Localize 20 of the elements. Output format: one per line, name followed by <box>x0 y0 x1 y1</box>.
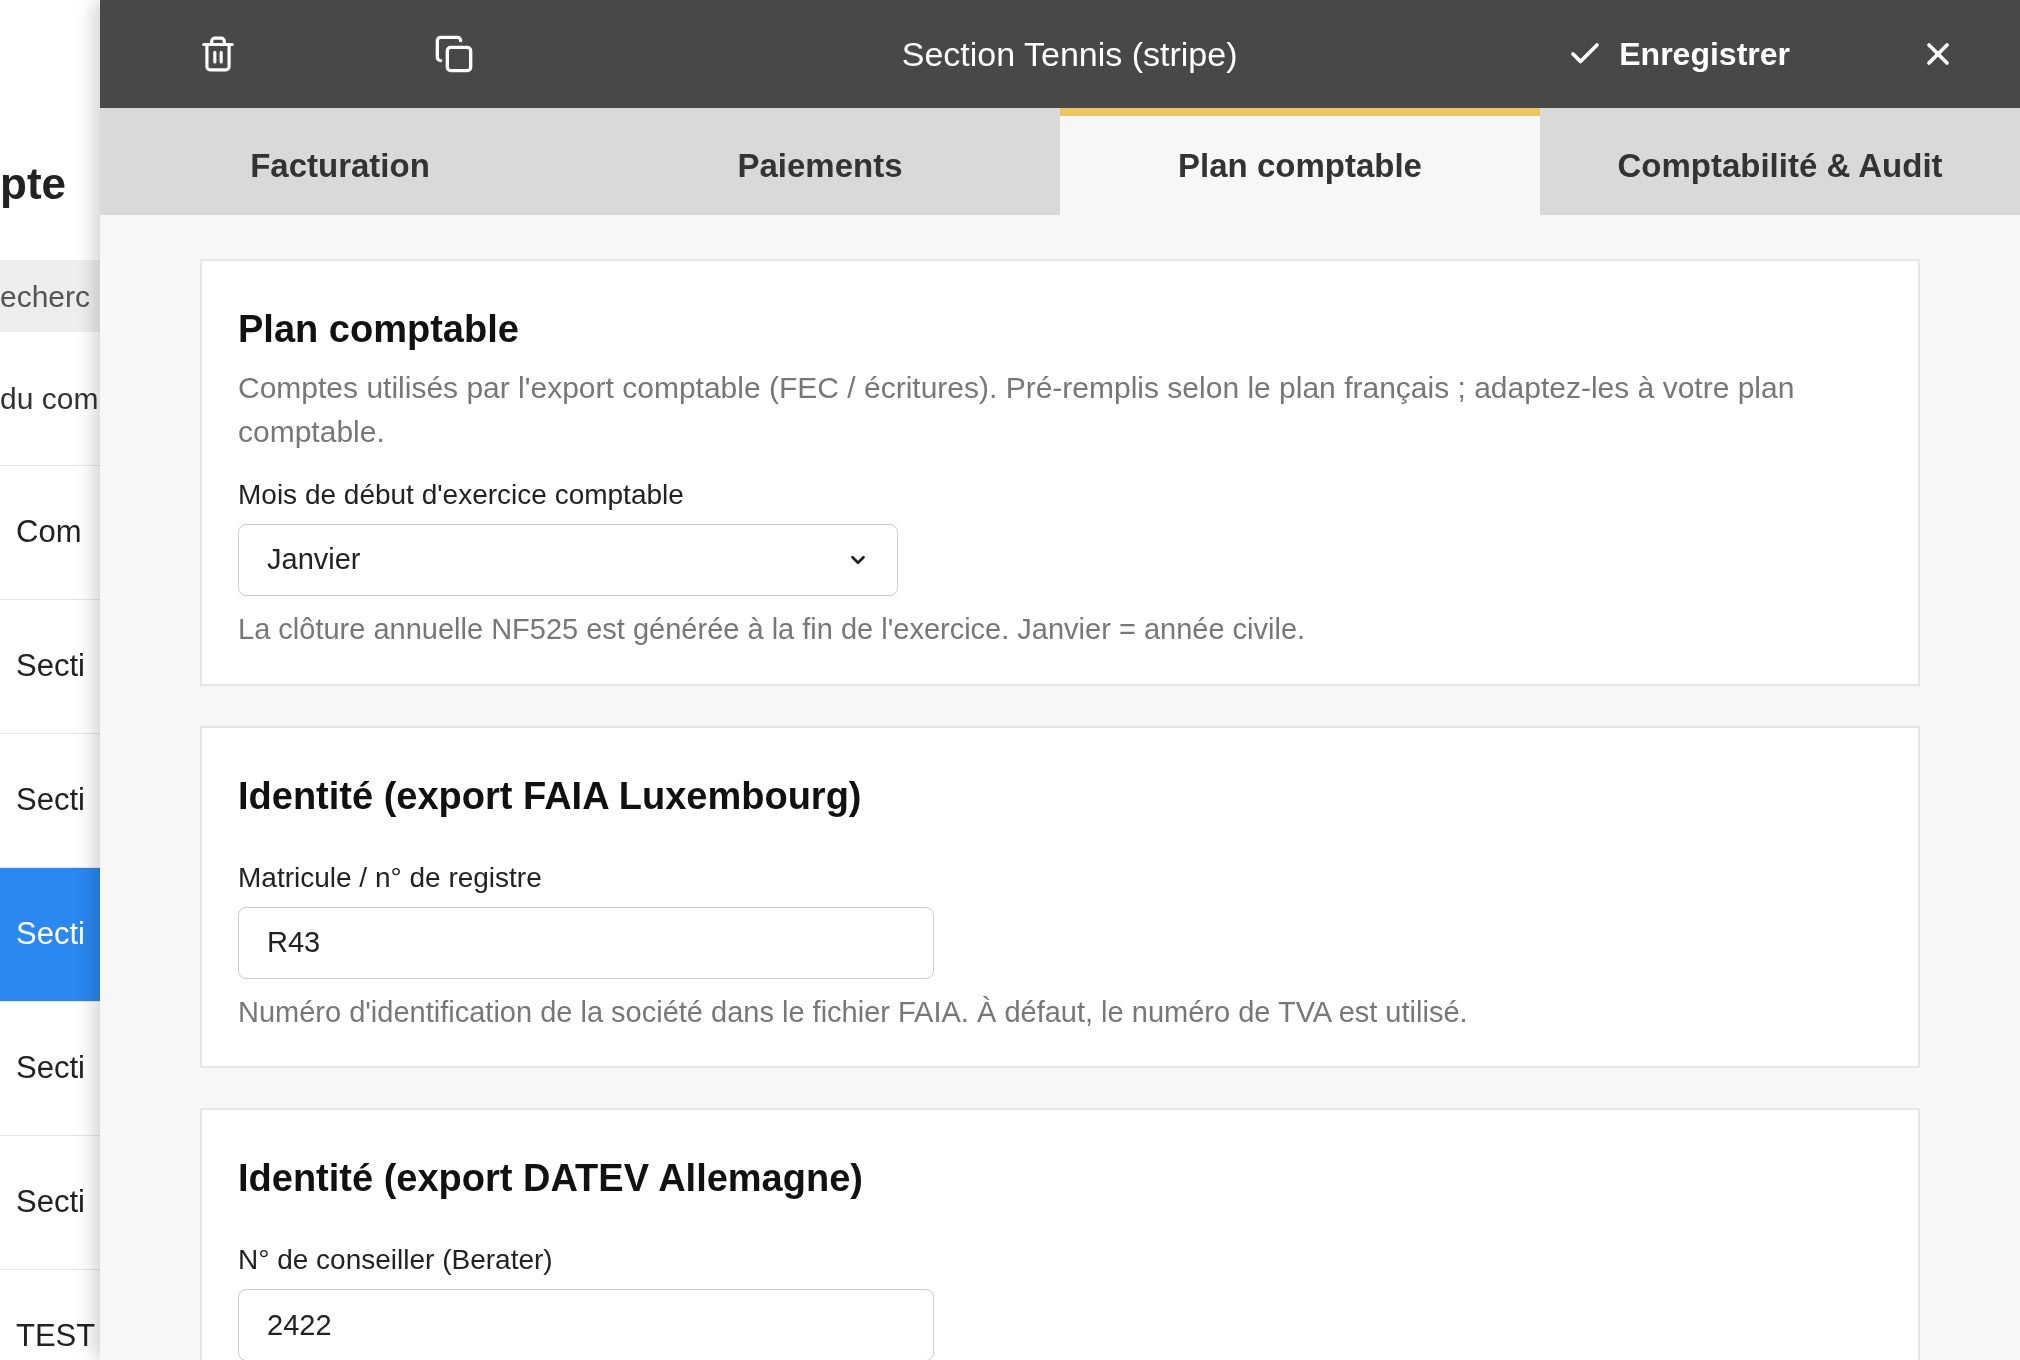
sidebar-heading: pte <box>0 158 66 210</box>
copy-icon[interactable] <box>433 34 474 74</box>
sidebar-subtitle: du com <box>0 381 99 417</box>
card-title: Plan comptable <box>238 307 520 352</box>
help-text: La clôture annuelle NF525 est générée à la fin de l'exercice. Janvier = année civile. <box>238 612 1307 647</box>
tab[interactable]: Plan comptable <box>1060 108 1540 215</box>
card-title: Identité (export FAIA Luxembourg) <box>238 773 863 819</box>
field-label: Matricule / n° de registre <box>238 860 543 895</box>
month-select[interactable]: Janvier <box>238 524 898 596</box>
window-title: Section Tennis (stripe) <box>900 33 1239 75</box>
field-label: N° de conseiller (Berater) <box>238 1243 554 1277</box>
search-field[interactable]: echerc <box>0 260 100 332</box>
field-label: Mois de début d'exercice comptable <box>238 478 685 512</box>
input-field[interactable]: R43 <box>238 906 934 979</box>
card-title: Identité (export DATEV Allemagne) <box>238 1156 864 1201</box>
sidebar-item[interactable]: Secti <box>0 868 100 1002</box>
save-button[interactable]: Enregistrer <box>1567 30 1790 78</box>
input-field[interactable]: 2422 <box>238 1289 934 1360</box>
card-description: Comptes utilisés par l'export comptable (FEC / écritures). Pré-remplis selon le plan français ; adaptez-les à votre plan comptable. <box>238 370 1796 450</box>
help-text: Numéro d'identification de la société dans le fichier FAIA. À défaut, le numéro de TVA est utilisé. <box>238 994 1469 1030</box>
